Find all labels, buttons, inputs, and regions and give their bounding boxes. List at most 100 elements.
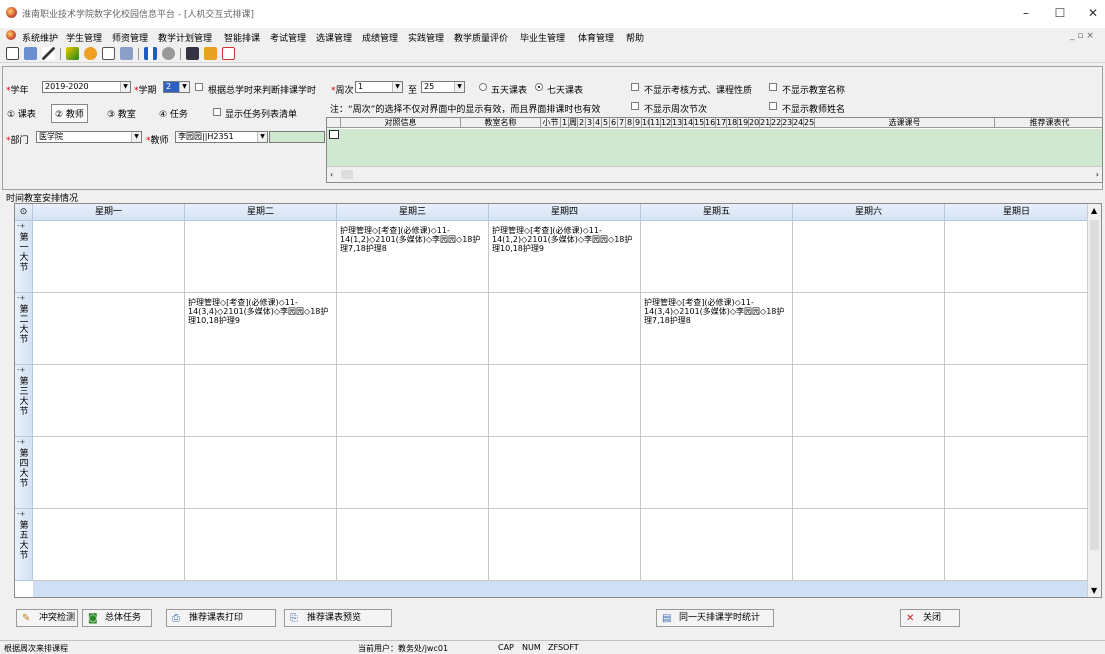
schedule-cell[interactable]	[337, 509, 489, 581]
term-select[interactable]: 2 ▼	[163, 81, 190, 93]
schedule-cell[interactable]	[337, 437, 489, 509]
schedule-cell[interactable]	[489, 365, 641, 437]
schedule-cell[interactable]	[945, 293, 1089, 365]
scroll-down-icon[interactable]: ▼	[1091, 586, 1097, 595]
period-header[interactable]: -+ 第二大节	[15, 293, 33, 365]
scroll-thumb[interactable]	[1090, 220, 1099, 550]
same-day-stat-button[interactable]: ▤ 同一天排课学时统计	[656, 609, 774, 627]
tab-task[interactable]: ④ 任务	[159, 107, 188, 120]
week-to-select[interactable]: 25 ▼	[421, 81, 465, 93]
task-list-checkbox[interactable]	[213, 108, 221, 116]
schedule-cell[interactable]	[33, 509, 185, 581]
menu-item-graduates[interactable]: 毕业生管理	[520, 31, 565, 44]
schedule-cell[interactable]	[641, 509, 793, 581]
row-selector[interactable]	[329, 130, 339, 139]
menu-item-quality[interactable]: 教学质量评价	[454, 31, 508, 44]
menu-item-grades[interactable]: 成绩管理	[362, 31, 398, 44]
no-teacher-checkbox[interactable]	[769, 102, 777, 110]
period-header[interactable]: -+ 第四大节	[15, 437, 33, 509]
no-exam-checkbox[interactable]	[631, 83, 639, 91]
schedule-cell[interactable]	[945, 437, 1089, 509]
open-icon[interactable]	[24, 47, 37, 60]
dept-select[interactable]: 医学院 ▼	[36, 131, 142, 143]
tab-schedule[interactable]: ① 课表	[7, 107, 36, 120]
recommend-grid-body[interactable]	[327, 129, 1102, 166]
menu-item-help[interactable]: 帮助	[626, 31, 644, 44]
menu-item-system[interactable]: 系统维护	[22, 31, 58, 44]
menu-item-students[interactable]: 学生管理	[66, 31, 102, 44]
tab-teacher[interactable]: ② 教师	[51, 104, 88, 123]
print-schedule-button[interactable]: ⎙ 推荐课表打印	[166, 609, 276, 627]
menu-item-smart-schedule[interactable]: 智能排课	[224, 31, 260, 44]
menu-item-course-select[interactable]: 选课管理	[316, 31, 352, 44]
schedule-cell[interactable]	[641, 437, 793, 509]
menu-item-teaching-plan[interactable]: 教学计划管理	[158, 31, 212, 44]
schedule-cell[interactable]	[793, 365, 945, 437]
teacher-filter-input[interactable]	[269, 131, 325, 143]
new-doc-icon[interactable]	[6, 47, 19, 60]
total-task-button[interactable]: ◙ 总体任务	[82, 609, 152, 627]
refresh-icon[interactable]	[84, 47, 97, 60]
period-header[interactable]: -+ 第三大节	[15, 365, 33, 437]
horizontal-scrollbar[interactable]: ‹ ›	[327, 166, 1102, 182]
schedule-cell[interactable]	[945, 509, 1089, 581]
settings-icon[interactable]	[162, 47, 175, 60]
schedule-cell[interactable]	[489, 509, 641, 581]
schedule-cell[interactable]: 护理管理◇[考查](必修课)◇11-14(1,2)◇2101(多媒体)◇李园园◇…	[337, 221, 489, 293]
schedule-cell[interactable]	[793, 509, 945, 581]
document-icon[interactable]	[102, 47, 115, 60]
no-week-checkbox[interactable]	[631, 102, 639, 110]
menu-item-faculty[interactable]: 师资管理	[112, 31, 148, 44]
schedule-cell[interactable]	[185, 365, 337, 437]
minimize-button[interactable]: –	[1016, 5, 1036, 21]
tools-icon[interactable]	[66, 47, 79, 60]
menu-item-practice[interactable]: 实践管理	[408, 31, 444, 44]
period-header[interactable]: -+ 第一大节	[15, 221, 33, 293]
close-button[interactable]: ✕ 关闭	[900, 609, 960, 627]
schedule-cell[interactable]: 护理管理◇[考查](必修课)◇11-14(1,2)◇2101(多媒体)◇李园园◇…	[489, 221, 641, 293]
no-room-checkbox[interactable]	[769, 83, 777, 91]
schedule-cell[interactable]	[337, 293, 489, 365]
corner-icon[interactable]: ⊙	[15, 204, 33, 221]
exit-icon[interactable]	[222, 47, 235, 60]
week-from-select[interactable]: 1 ▼	[355, 81, 403, 93]
year-select[interactable]: 2019-2020 ▼	[42, 81, 131, 93]
schedule-cell[interactable]	[337, 365, 489, 437]
preview-schedule-button[interactable]: ⎘ 推荐课表预览	[284, 609, 392, 627]
close-window-button[interactable]: ✕	[1083, 5, 1103, 21]
grid-icon[interactable]	[186, 47, 199, 60]
scroll-thumb[interactable]	[341, 170, 353, 179]
schedule-cell[interactable]	[33, 221, 185, 293]
schedule-cell[interactable]	[185, 221, 337, 293]
print-icon[interactable]	[120, 47, 133, 60]
total-hours-checkbox[interactable]	[195, 83, 203, 91]
vertical-scrollbar[interactable]: ▲ ▼	[1087, 204, 1101, 597]
schedule-cell[interactable]	[185, 437, 337, 509]
schedule-cell[interactable]	[489, 293, 641, 365]
teacher-select[interactable]: 李园园||H2351 ▼	[175, 131, 268, 143]
scroll-left-icon[interactable]: ‹	[330, 170, 333, 179]
menu-item-exam[interactable]: 考试管理	[270, 31, 306, 44]
schedule-cell[interactable]: 护理管理◇[考查](必修课)◇11-14(3,4)◇2101(多媒体)◇李园园◇…	[641, 293, 793, 365]
edit-pen-icon[interactable]	[42, 47, 55, 60]
export-icon[interactable]	[204, 47, 217, 60]
schedule-cell[interactable]	[489, 437, 641, 509]
schedule-cell[interactable]	[945, 221, 1089, 293]
five-day-radio[interactable]	[479, 83, 487, 91]
schedule-cell[interactable]	[793, 293, 945, 365]
schedule-cell[interactable]	[945, 365, 1089, 437]
maximize-button[interactable]: ☐	[1050, 5, 1070, 21]
schedule-cell[interactable]	[641, 221, 793, 293]
mdi-controls[interactable]: _ ▫ ×	[1070, 31, 1094, 41]
schedule-cell[interactable]	[33, 437, 185, 509]
period-header[interactable]: -+ 第五大节	[15, 509, 33, 581]
seven-day-radio[interactable]	[535, 83, 543, 91]
schedule-cell[interactable]	[793, 221, 945, 293]
schedule-cell[interactable]	[793, 437, 945, 509]
split-icon[interactable]	[144, 47, 157, 60]
scroll-right-icon[interactable]: ›	[1096, 170, 1099, 179]
schedule-cell[interactable]	[33, 293, 185, 365]
schedule-cell[interactable]	[185, 509, 337, 581]
conflict-check-button[interactable]: ✎ 冲突检测	[16, 609, 78, 627]
schedule-cell[interactable]: 护理管理◇[考查](必修课)◇11-14(3,4)◇2101(多媒体)◇李园园◇…	[185, 293, 337, 365]
